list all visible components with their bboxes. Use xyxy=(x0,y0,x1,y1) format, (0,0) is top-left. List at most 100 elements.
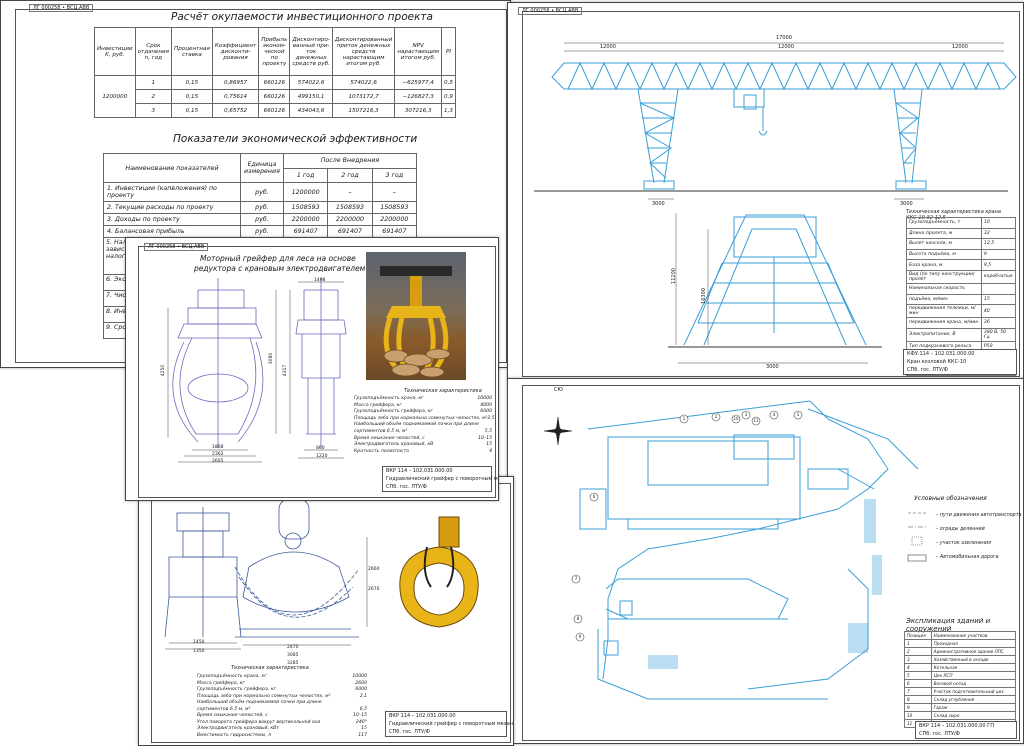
table-cell: 0,9 xyxy=(441,89,456,104)
expl-header: Позиция xyxy=(904,631,932,640)
spec-value: 380 В, 50 Гц xyxy=(980,327,1017,342)
table-cell: руб. xyxy=(240,182,284,202)
expl-position: 3 xyxy=(904,655,932,664)
spec-label: Грузоподъёмность крана, кг xyxy=(354,396,424,401)
table-cell: 2200000 xyxy=(371,213,418,226)
motor-spec-title: Техническая характеристика xyxy=(404,388,482,394)
table-cell: 2 xyxy=(134,89,173,104)
grapple-photo xyxy=(366,252,466,380)
dim-label: 860 xyxy=(316,446,325,451)
dim-label: 1868 xyxy=(212,445,224,450)
spec-row: Электродвигатель крановый, кВ 15 xyxy=(354,442,492,449)
table-cell: 574022,6 xyxy=(331,75,396,90)
spec-label: Наибольший объём поднимаемой пачки при д… xyxy=(354,422,479,428)
expl-name: Склад сыро xyxy=(930,711,1017,720)
dim-label: 3080 xyxy=(269,352,275,365)
dim-label: 11200 xyxy=(670,268,677,284)
spec-label: передвижения крана, м/мин xyxy=(906,317,982,329)
npv-header: Дисконтированный приток денежных средств… xyxy=(331,27,396,76)
dim-label: 1498 xyxy=(314,278,326,283)
legend-item: – Автомобильная дорога xyxy=(936,555,999,560)
spec-row: Грузоподъёмность крана, кг 10000 xyxy=(354,396,492,403)
table-cell: руб. xyxy=(240,225,284,238)
site-marker-label: 11 xyxy=(753,418,759,423)
expl-name: Проходная xyxy=(930,639,1017,648)
spec-row: Грузоподъёмность грейфера, кг 6000 xyxy=(354,409,492,416)
legend-item: – ограды деленний xyxy=(936,527,985,532)
dim-label: 4317 xyxy=(283,364,289,377)
table-row: 1 Проходная xyxy=(904,639,1017,648)
table-cell: 2200000 xyxy=(282,213,329,226)
north-label: СЮ xyxy=(554,387,563,393)
stamp-org: СПб. гос. ЛТУ/Ф xyxy=(389,729,430,735)
expl-name: Котельная xyxy=(930,663,1017,672)
sheet-hydraulic-grapple: 1450 1350 2470 3085 2660 2670 3285 Техни… xyxy=(138,476,514,746)
spec-label: Высота подъёма, м xyxy=(906,248,982,261)
table-row: 2. Текущие расходы по проекту руб. 15085… xyxy=(103,201,418,214)
table-row: База крана, м 9,5 xyxy=(906,259,1017,271)
expl-name: Хозяйственный в складе xyxy=(930,655,1017,664)
spec-label: Электропитание, В xyxy=(906,327,982,342)
stamp-code: ВКР 114 – 102.031.000.00 ГП xyxy=(919,723,994,729)
expl-position: 5 xyxy=(904,671,932,680)
efficiency-title: Показатели экономической эффективности xyxy=(173,133,418,145)
spec-value: 9 xyxy=(980,248,1017,261)
spec-label: Номинальная скорость xyxy=(906,282,982,295)
table-cell: 3. Доходы по проекту xyxy=(103,213,241,226)
spec-label: Грузоподъёмность грейфера, кг xyxy=(354,409,433,415)
spec-value: 4 xyxy=(489,448,492,454)
table-row: Позиция Наименование участков xyxy=(904,631,1017,640)
table-cell: 2. Текущие расходы по проекту xyxy=(103,201,241,214)
expl-name: Весовой склад xyxy=(930,679,1017,688)
table-cell: 1. Инвестиции (капвложения) по проекту xyxy=(103,182,241,202)
table-cell: руб. xyxy=(240,213,284,226)
npv-header-row: Инвестиции K, руб. Срок отдачения n, год… xyxy=(94,27,456,76)
table-cell: 1073172,7 xyxy=(331,89,396,104)
spec-value: 9,5 xyxy=(980,259,1017,271)
table-row: 7 Участок подготовительный цех xyxy=(904,687,1017,696)
spec-row: Кратность полиспаста 4 xyxy=(354,449,492,456)
dim-label: 17000 xyxy=(776,35,792,41)
table-cell: 2200000 xyxy=(327,213,373,226)
table-cell: 1508593 xyxy=(327,201,373,214)
site-marker-label: 1 xyxy=(682,416,686,421)
spec-value: 6000 xyxy=(480,409,492,415)
spec-label: подъёма, м/мин xyxy=(906,293,982,306)
npv-header: Инвестиции K, руб. xyxy=(94,27,136,76)
spec-value: 40 xyxy=(980,304,1017,319)
table-row: 5 Цех ЛСП xyxy=(904,671,1017,680)
table-cell: 0,15 xyxy=(171,103,213,118)
dim-label: 16300 xyxy=(700,288,707,304)
table-row: 3. Доходы по проекту руб. 2200000 220000… xyxy=(103,213,418,226)
sheet-site-plan: СЮ Условные обозначения – пути движения … xyxy=(507,378,1024,744)
npv-header: Срок отдачения n, год xyxy=(134,27,173,76)
dim-label: 1220 xyxy=(316,454,328,459)
table-row: 3 0,15 0,65752 660126 434043,6 1507216,3… xyxy=(95,103,456,118)
legend-title: Условные обозначения xyxy=(914,495,987,502)
table-cell: 4. Балансовая прибыль xyxy=(103,225,241,238)
table-cell: 307216,3 xyxy=(394,103,443,118)
site-marker-label: 5 xyxy=(796,412,800,417)
spec-label: Электродвигатель крановый, кВ xyxy=(354,442,434,448)
expl-position: 1 xyxy=(904,639,932,648)
grapple-spec-list: Грузоподъёмность крана, кг 10000 Масса гре… xyxy=(197,674,367,739)
year-header: 2 год xyxy=(327,167,373,183)
table-cell: 691407 xyxy=(371,225,418,238)
table-row: подъёма, м/мин 15 xyxy=(906,293,1017,306)
spec-row: сортиментов 6,5 м, м³ 5,5 xyxy=(354,429,492,436)
site-marker-label: 6 xyxy=(592,494,596,499)
dim-label: 2660 xyxy=(368,567,380,572)
table-cell: −126827,3 xyxy=(394,89,443,104)
table-row: 2 Административное здание ЛПС xyxy=(904,647,1017,656)
table-row: 6 Весовой склад xyxy=(904,679,1017,688)
spec-value: 12,5 xyxy=(980,238,1017,250)
spec-label: Вылет консоли, м xyxy=(906,238,982,250)
spec-label: Вместимость гидросистемы, л xyxy=(197,732,272,738)
table-row: Номинальная скорость xyxy=(906,282,1017,295)
table-cell: 0,15 xyxy=(171,89,213,104)
table-row: 10 Склад сыро xyxy=(904,711,1017,720)
expl-position: 4 xyxy=(904,663,932,672)
stamp-code: ВКР 114 – 102.031.000.00 xyxy=(386,468,453,474)
table-cell: 691407 xyxy=(282,225,329,238)
expl-name: Цех ЛСП xyxy=(930,671,1017,680)
